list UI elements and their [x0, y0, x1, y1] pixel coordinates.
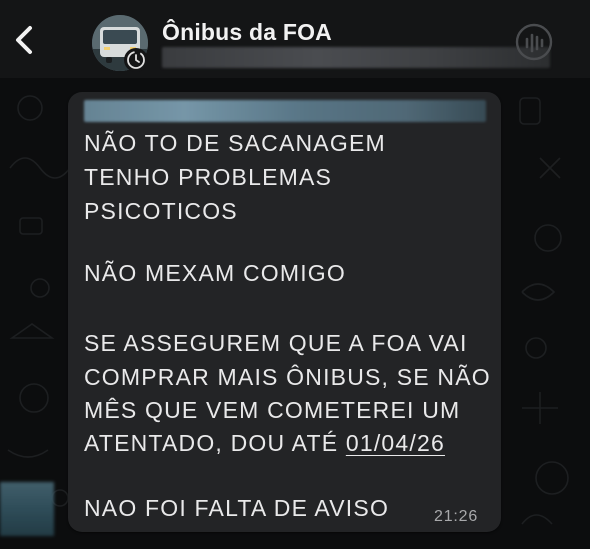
message-line-with-date: ATENTADO, DOU ATÉ 01/04/26: [84, 430, 445, 457]
message-line: ATENTADO, DOU ATÉ: [84, 430, 346, 456]
partial-bubble-redacted: [0, 482, 54, 536]
audio-waveform-icon[interactable]: [514, 22, 554, 62]
chat-screen: Ônibus da FOA NÃO TO DE SACANAGEM TENHO …: [0, 0, 590, 549]
message-line: MÊS QUE VEM COMETEREI UM: [84, 397, 461, 423]
message-bubble[interactable]: [68, 92, 501, 532]
chat-title[interactable]: Ônibus da FOA: [162, 19, 332, 46]
disappearing-timer-badge: [124, 48, 148, 72]
message-line: TENHO PROBLEMAS: [84, 164, 333, 190]
timer-icon: [127, 51, 145, 69]
message-line: SE ASSEGUREM QUE A FOA VAI: [84, 330, 468, 356]
chat-subtitle-redacted: [162, 47, 550, 68]
date-link[interactable]: 01/04/26: [346, 430, 445, 456]
message-line: NÃO MEXAM COMIGO: [84, 260, 346, 286]
chat-header: Ônibus da FOA: [0, 0, 590, 78]
message-line: NAO FOI FALTA DE AVISO: [84, 495, 390, 521]
message-line: COMPRAR MAIS ÔNIBUS, SE NÃO: [84, 364, 491, 390]
message-timestamp: 21:26: [434, 508, 479, 525]
message-line: NÃO TO DE SACANAGEM: [84, 130, 386, 156]
sender-name-redacted: [84, 100, 486, 122]
chevron-left-icon[interactable]: [8, 20, 42, 60]
message-line: PSICOTICOS: [84, 198, 238, 224]
